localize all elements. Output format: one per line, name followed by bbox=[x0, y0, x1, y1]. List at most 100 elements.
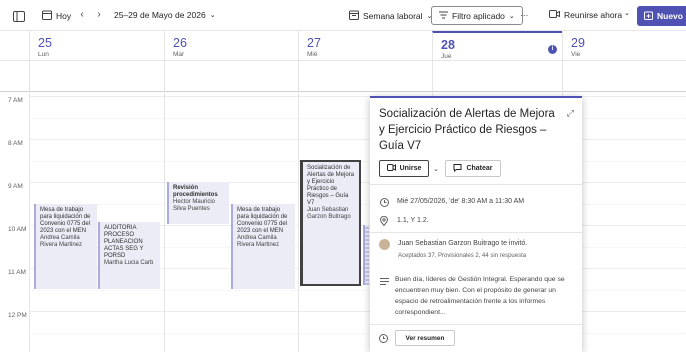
hour-label: 9 AM bbox=[8, 183, 23, 190]
all-day-row[interactable] bbox=[0, 60, 686, 92]
day-column-divider bbox=[29, 60, 30, 352]
filter-button[interactable]: Filtro aplicado ⌄ bbox=[431, 6, 523, 25]
location-pin-icon bbox=[379, 216, 389, 226]
day-number: 25 bbox=[38, 36, 52, 50]
event-location-row: 1.1, Y 1.2. bbox=[379, 216, 429, 226]
join-label: Unirse bbox=[399, 165, 422, 172]
calendar-event[interactable]: AUDITORIA PROCESO PLANEACION ACTAS SEG Y… bbox=[98, 222, 160, 289]
event-organizer: Juan Sebastian Garzon Buitrago bbox=[307, 207, 351, 220]
day-name: Lun bbox=[38, 51, 49, 58]
description-row bbox=[379, 276, 389, 286]
new-event-button[interactable]: Nuevo bbox=[637, 6, 686, 26]
view-summary-button[interactable]: Ver resumen bbox=[395, 330, 455, 346]
day-name: Vie bbox=[571, 51, 581, 58]
day-number: 29 bbox=[571, 36, 585, 50]
info-badge-icon: i bbox=[548, 45, 557, 54]
more-options-button[interactable]: ··· bbox=[520, 10, 529, 20]
event-title: Socialización de Alertas de Mejora y Eje… bbox=[307, 165, 355, 206]
event-title: Mesa de trabajo para liquidación de Conv… bbox=[237, 207, 288, 234]
previous-week-button[interactable]: ‹ bbox=[75, 9, 89, 20]
today-button[interactable]: Hoy bbox=[42, 10, 71, 22]
day-column-divider bbox=[164, 60, 165, 352]
event-time-row: Mié 27/05/2026, 'de' 8:30 AM a 11:30 AM bbox=[379, 197, 524, 207]
event-title: Revisión procedimientos bbox=[173, 185, 218, 198]
event-description: Buen día, líderes de Gestión Integral. E… bbox=[395, 276, 565, 316]
divider bbox=[370, 232, 582, 233]
hour-line bbox=[29, 96, 686, 97]
divider bbox=[370, 184, 582, 185]
half-hour-line bbox=[29, 333, 686, 334]
meet-now-button[interactable]: Reunirse ahora bbox=[549, 10, 622, 20]
chat-label: Chatear bbox=[466, 165, 493, 172]
view-selector[interactable]: Semana laboral ⌄ bbox=[349, 10, 432, 22]
event-organizer: Andrea Camila Rivera Martinez bbox=[237, 235, 280, 248]
response-summary: Aceptados 37, Provisionales 2, 44 sin re… bbox=[398, 253, 527, 259]
calendar-view-icon bbox=[349, 10, 359, 22]
filter-label: Filtro aplicado bbox=[452, 10, 505, 21]
event-title: AUDITORIA PROCESO PLANEACION ACTAS SEG Y… bbox=[104, 225, 144, 259]
event-details-popup: Socialización de Alertas de Mejora y Eje… bbox=[370, 96, 582, 352]
expand-icon[interactable]: ⤢ bbox=[567, 108, 574, 119]
day-name: Mié bbox=[307, 51, 318, 58]
hour-label: 11 AM bbox=[8, 269, 26, 276]
day-number: 27 bbox=[307, 36, 321, 50]
half-hour-line bbox=[29, 118, 686, 119]
day-column-divider bbox=[298, 60, 299, 352]
video-camera-icon bbox=[386, 164, 396, 173]
description-lines-icon bbox=[379, 276, 389, 286]
sidebar-toggle-icon[interactable] bbox=[11, 8, 27, 24]
calendar-event[interactable]: Mesa de trabajo para liquidación de Conv… bbox=[231, 204, 295, 289]
hour-label: 7 AM bbox=[8, 97, 23, 104]
meet-now-label: Reunirse ahora bbox=[564, 10, 623, 20]
new-event-label: Nuevo bbox=[657, 11, 683, 21]
day-header-friday[interactable]: 29 Vie bbox=[562, 31, 686, 60]
view-label: Semana laboral bbox=[363, 11, 423, 21]
hour-label: 12 PM bbox=[8, 312, 27, 319]
hour-line bbox=[29, 139, 686, 140]
clock-icon bbox=[379, 197, 389, 207]
event-title: Mesa de trabajo para liquidación de Conv… bbox=[40, 207, 91, 234]
date-range-label: 25–29 de Mayo de 2026 bbox=[114, 10, 206, 20]
calendar-toolbar: Hoy ‹ › 25–29 de Mayo de 2026 ⌄ Semana l… bbox=[0, 0, 686, 31]
day-header-tuesday[interactable]: 26 Mar bbox=[164, 31, 298, 60]
event-time: Mié 27/05/2026, 'de' 8:30 AM a 11:30 AM bbox=[397, 198, 525, 205]
chat-icon bbox=[453, 163, 462, 174]
organizer-text: Juan Sebastian Garzon Buitrago te invitó… bbox=[398, 240, 528, 247]
event-organizer: Hector Mauricio Silva Puentes bbox=[173, 199, 216, 212]
calendar-event-hatched[interactable] bbox=[363, 225, 369, 285]
chat-button[interactable]: Chatear bbox=[445, 160, 501, 177]
divider bbox=[370, 324, 582, 325]
day-name: Jue bbox=[441, 53, 452, 60]
meet-now-dropdown[interactable]: ⌄ bbox=[624, 9, 630, 17]
recap-icon bbox=[379, 334, 388, 346]
day-number: 26 bbox=[173, 36, 187, 50]
join-button[interactable]: Unirse bbox=[379, 160, 429, 177]
date-range-picker[interactable]: 25–29 de Mayo de 2026 ⌄ bbox=[114, 10, 216, 20]
new-event-icon bbox=[644, 11, 653, 22]
calendar-event[interactable]: Mesa de trabajo para liquidación de Conv… bbox=[34, 204, 97, 289]
day-header-thursday[interactable]: 28 Jue i bbox=[432, 31, 562, 60]
hour-label: 10 AM bbox=[8, 226, 27, 233]
next-week-button[interactable]: › bbox=[92, 9, 106, 20]
calendar-today-icon bbox=[42, 10, 52, 22]
filter-icon bbox=[439, 11, 448, 21]
chevron-down-icon: ⌄ bbox=[209, 12, 216, 19]
day-name: Mar bbox=[173, 51, 185, 58]
event-location: 1.1, Y 1.2. bbox=[397, 217, 429, 224]
day-number: 28 bbox=[441, 38, 455, 52]
popup-event-title: Socialización de Alertas de Mejora y Eje… bbox=[379, 108, 555, 152]
calendar-event[interactable]: Revisión procedimientos Hector Mauricio … bbox=[167, 182, 229, 224]
hour-line bbox=[29, 311, 686, 312]
event-organizer: Andrea Camila Rivera Martinez bbox=[40, 235, 83, 248]
hour-label: 8 AM bbox=[8, 140, 23, 147]
day-header-wednesday[interactable]: 27 Mié bbox=[298, 31, 432, 60]
today-label: Hoy bbox=[56, 11, 72, 21]
chevron-down-icon: ⌄ bbox=[433, 165, 439, 173]
organizer-row[interactable]: Juan Sebastian Garzon Buitrago te invitó… bbox=[379, 239, 527, 261]
day-header-monday[interactable]: 25 Lun bbox=[29, 31, 164, 60]
selected-calendar-event[interactable]: Socialización de Alertas de Mejora y Eje… bbox=[300, 160, 361, 286]
event-organizer: Martha Lucia Carb bbox=[104, 260, 154, 266]
avatar bbox=[379, 239, 390, 250]
join-options-dropdown[interactable]: ⌄ bbox=[431, 160, 441, 177]
chevron-down-icon: ⌄ bbox=[508, 12, 515, 20]
